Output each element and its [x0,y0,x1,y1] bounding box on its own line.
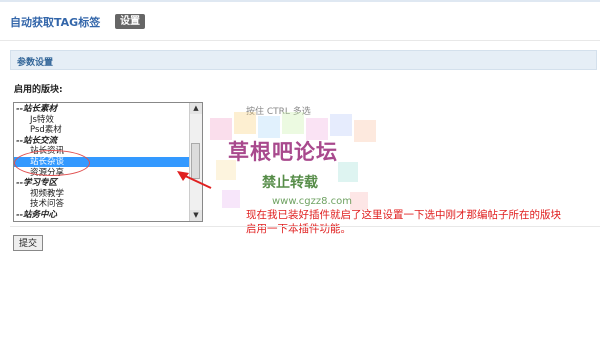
page-title: 自动获取TAG标签 [10,16,101,29]
scroll-up-icon[interactable]: ▲ [190,103,202,114]
listbox-group-label[interactable]: --站务中心 [14,210,191,220]
watermark-title: 草根吧论坛 [228,140,338,164]
section-title: 参数设置 [17,58,54,68]
top-border [0,0,600,2]
listbox-scrollbar[interactable]: ▲ ▼ [189,103,202,221]
section-header: 参数设置 [10,50,597,70]
annotation-line-2: 启用一下本插件功能。 [246,223,351,235]
listbox-group-label[interactable]: --站长交流 [14,136,191,146]
listbox-group-label[interactable]: --学习专区 [14,178,191,188]
selection-highlight-circle [14,150,90,176]
listbox-option[interactable]: 技术问答 [14,199,202,209]
listbox-option[interactable]: Psd素材 [14,125,202,135]
divider [0,40,600,41]
settings-button[interactable]: 设置 [115,14,145,29]
submit-button[interactable]: 提交 [13,235,44,251]
divider [10,226,600,227]
listbox-option[interactable]: Js特效 [14,115,202,125]
pointer-arrow-icon [177,171,212,189]
scroll-down-icon[interactable]: ▼ [190,210,202,221]
watermark-subtitle: 禁止转载 [262,175,318,191]
listbox-group-label[interactable]: --站长素材 [14,104,191,114]
annotation-line-1: 现在我已装好插件就启了这里设置一下选中刚才那编帖子所在的版块 [246,209,561,221]
forums-field-label: 启用的版块: [14,85,63,95]
watermark-url: www.cgzz8.com [272,196,353,207]
annotation-text: 现在我已装好插件就启了这里设置一下选中刚才那编帖子所在的版块 启用一下本插件功能… [246,208,600,236]
